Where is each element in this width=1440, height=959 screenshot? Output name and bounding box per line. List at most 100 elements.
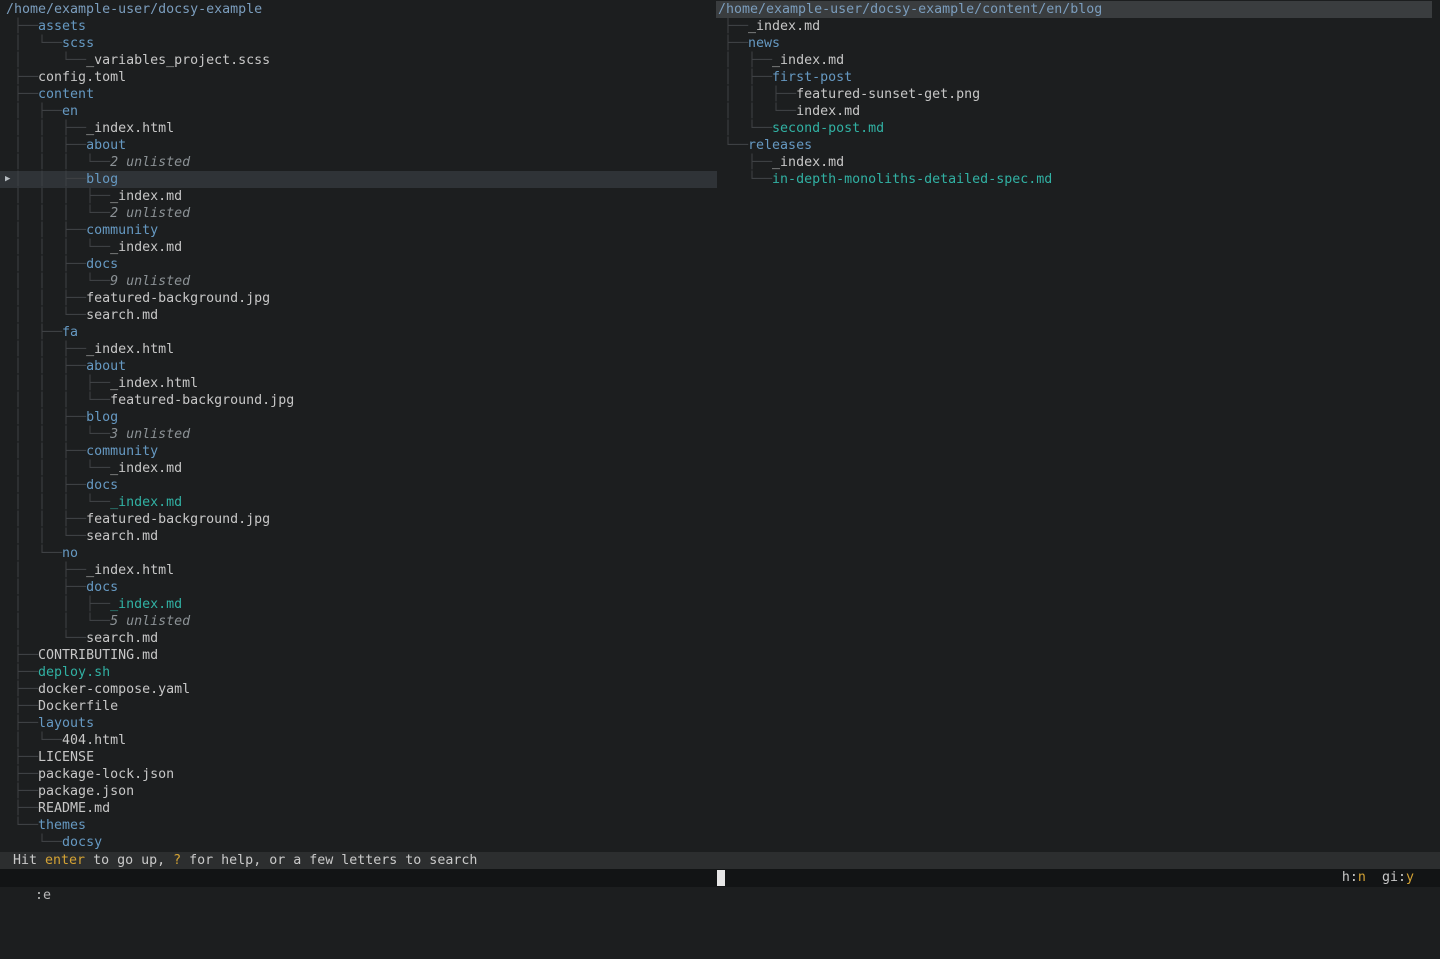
tree-branch-lines: │ │ │ └── bbox=[14, 495, 110, 510]
tree-row-featured-background-jpg[interactable]: │ │ ├──featured-background.jpg bbox=[0, 290, 717, 307]
tree-row--index-md[interactable]: ├──_index.md bbox=[716, 154, 1432, 171]
tree-row-3-unlisted[interactable]: │ │ │ └──3 unlisted bbox=[0, 426, 717, 443]
tree-branch-lines: │ │ │ ├── bbox=[14, 376, 110, 391]
tree-row-about[interactable]: │ │ ├──about bbox=[0, 137, 717, 154]
tree-row-config-toml[interactable]: ├──config.toml bbox=[0, 69, 717, 86]
tree-row-content[interactable]: ├──content bbox=[0, 86, 717, 103]
tree-row-fa[interactable]: │ ├──fa bbox=[0, 324, 717, 341]
tree-branch-lines: ├── bbox=[14, 665, 38, 680]
tree-row-docs[interactable]: │ ├──docs bbox=[0, 579, 717, 596]
entry-name: 5 unlisted bbox=[110, 614, 190, 629]
tree-branch-lines: │ │ ├── bbox=[14, 121, 86, 136]
entry-name: docker-compose.yaml bbox=[38, 682, 190, 697]
tree-row--index-md[interactable]: ├──_index.md bbox=[716, 18, 1432, 35]
tree-row-2-unlisted[interactable]: │ │ │ └──2 unlisted bbox=[0, 154, 717, 171]
tree-branch-lines: │ ├── bbox=[14, 325, 62, 340]
tree-row-scss[interactable]: │ └──scss bbox=[0, 35, 717, 52]
right-tree: ├──_index.md├──news│ ├──_index.md│ ├──fi… bbox=[716, 18, 1432, 188]
tree-row-featured-background-jpg[interactable]: │ │ │ └──featured-background.jpg bbox=[0, 392, 717, 409]
tree-row--index-html[interactable]: │ │ │ ├──_index.html bbox=[0, 375, 717, 392]
entry-name: 404.html bbox=[62, 733, 126, 748]
entry-name: releases bbox=[748, 138, 812, 153]
tree-row-blog[interactable]: │ │ ├──blog bbox=[0, 409, 717, 426]
tree-row--index-md[interactable]: │ │ │ ├──_index.md bbox=[0, 188, 717, 205]
tree-row-no[interactable]: │ └──no bbox=[0, 545, 717, 562]
tree-row-first-post[interactable]: │ ├──first-post bbox=[716, 69, 1432, 86]
tree-row--variables-project-scss[interactable]: │ └──_variables_project.scss bbox=[0, 52, 717, 69]
entry-name: second-post.md bbox=[772, 121, 884, 136]
tree-row-dockerfile[interactable]: ├──Dockerfile bbox=[0, 698, 717, 715]
tree-row-docker-compose-yaml[interactable]: ├──docker-compose.yaml bbox=[0, 681, 717, 698]
tree-row-contributing-md[interactable]: ├──CONTRIBUTING.md bbox=[0, 647, 717, 664]
tree-row--index-md[interactable]: │ │ ├──_index.md bbox=[0, 596, 717, 613]
tree-row-news[interactable]: ├──news bbox=[716, 35, 1432, 52]
tree-row-featured-background-jpg[interactable]: │ │ ├──featured-background.jpg bbox=[0, 511, 717, 528]
tree-row--index-html[interactable]: │ │ ├──_index.html bbox=[0, 120, 717, 137]
tree-row-community[interactable]: │ │ ├──community bbox=[0, 222, 717, 239]
entry-name: search.md bbox=[86, 631, 158, 646]
tree-row--index-md[interactable]: │ ├──_index.md bbox=[716, 52, 1432, 69]
tree-branch-lines: │ │ ├── bbox=[14, 597, 110, 612]
tree-branch-lines: │ ├── bbox=[724, 70, 772, 85]
tree-row-themes[interactable]: └──themes bbox=[0, 817, 717, 834]
entry-name: blog bbox=[86, 410, 118, 425]
entry-name: en bbox=[62, 104, 78, 119]
tree-row-docsy[interactable]: └──docsy bbox=[0, 834, 717, 851]
tree-row-in-depth-monoliths-detailed-spec-md[interactable]: └──in-depth-monoliths-detailed-spec.md bbox=[716, 171, 1432, 188]
tree-row-assets[interactable]: ├──assets bbox=[0, 18, 717, 35]
tree-row-docs[interactable]: │ │ ├──docs bbox=[0, 256, 717, 273]
input-cursor-block[interactable] bbox=[717, 870, 725, 886]
tree-row-readme-md[interactable]: ├──README.md bbox=[0, 800, 717, 817]
tree-row-5-unlisted[interactable]: │ │ └──5 unlisted bbox=[0, 613, 717, 630]
entry-name: LICENSE bbox=[38, 750, 94, 765]
tree-row-layouts[interactable]: ├──layouts bbox=[0, 715, 717, 732]
tree-row-404-html[interactable]: │ └──404.html bbox=[0, 732, 717, 749]
tree-branch-lines: │ │ │ └── bbox=[14, 240, 110, 255]
tree-branch-lines: │ │ ├── bbox=[14, 478, 86, 493]
tree-row--index-md[interactable]: │ │ │ └──_index.md bbox=[0, 460, 717, 477]
tree-row-search-md[interactable]: │ │ └──search.md bbox=[0, 528, 717, 545]
tree-branch-lines: │ │ └── bbox=[14, 308, 86, 323]
entry-name: docsy bbox=[62, 835, 102, 850]
tree-branch-lines: │ ├── bbox=[14, 563, 86, 578]
tree-branch-lines: │ │ ├── bbox=[14, 257, 86, 272]
tree-row-releases[interactable]: └──releases bbox=[716, 137, 1432, 154]
tree-row-2-unlisted[interactable]: │ │ │ └──2 unlisted bbox=[0, 205, 717, 222]
tree-branch-lines: │ └── bbox=[14, 631, 86, 646]
left-panel: /home/example-user/docsy-example ├──asse… bbox=[0, 0, 717, 851]
tree-row-about[interactable]: │ │ ├──about bbox=[0, 358, 717, 375]
tree-row-blog[interactable]: ▶│ │ ├──blog bbox=[0, 171, 717, 188]
tree-row--index-html[interactable]: │ │ ├──_index.html bbox=[0, 341, 717, 358]
tree-branch-lines: │ └── bbox=[724, 121, 772, 136]
entry-name: _index.md bbox=[110, 461, 182, 476]
tree-row-9-unlisted[interactable]: │ │ │ └──9 unlisted bbox=[0, 273, 717, 290]
tree-row-second-post-md[interactable]: │ └──second-post.md bbox=[716, 120, 1432, 137]
tree-branch-lines: │ ├── bbox=[14, 104, 62, 119]
entry-name: no bbox=[62, 546, 78, 561]
mode-flags: h:n gi:y bbox=[1342, 869, 1414, 887]
tree-row-license[interactable]: ├──LICENSE bbox=[0, 749, 717, 766]
tree-row--index-md[interactable]: │ │ │ └──_index.md bbox=[0, 239, 717, 256]
tree-row-package-json[interactable]: ├──package.json bbox=[0, 783, 717, 800]
tree-row-deploy-sh[interactable]: ├──deploy.sh bbox=[0, 664, 717, 681]
entry-name: _index.md bbox=[748, 19, 820, 34]
tree-row-featured-sunset-get-png[interactable]: │ │ ├──featured-sunset-get.png bbox=[716, 86, 1432, 103]
tree-row-community[interactable]: │ │ ├──community bbox=[0, 443, 717, 460]
tree-row-package-lock-json[interactable]: ├──package-lock.json bbox=[0, 766, 717, 783]
tree-row--index-md[interactable]: │ │ │ └──_index.md bbox=[0, 494, 717, 511]
command-input[interactable]: :e bbox=[35, 888, 51, 903]
flag-label: h: bbox=[1342, 870, 1358, 885]
entry-name: featured-background.jpg bbox=[86, 512, 270, 527]
tree-row-en[interactable]: │ ├──en bbox=[0, 103, 717, 120]
entry-name: content bbox=[38, 87, 94, 102]
entry-name: _index.md bbox=[772, 155, 844, 170]
entry-name: layouts bbox=[38, 716, 94, 731]
tree-row-search-md[interactable]: │ └──search.md bbox=[0, 630, 717, 647]
tree-branch-lines: │ │ ├── bbox=[14, 291, 86, 306]
tree-branch-lines: │ │ ├── bbox=[14, 512, 86, 527]
entry-name: assets bbox=[38, 19, 86, 34]
tree-row-docs[interactable]: │ │ ├──docs bbox=[0, 477, 717, 494]
tree-row--index-html[interactable]: │ ├──_index.html bbox=[0, 562, 717, 579]
tree-row-index-md[interactable]: │ │ └──index.md bbox=[716, 103, 1432, 120]
tree-row-search-md[interactable]: │ │ └──search.md bbox=[0, 307, 717, 324]
